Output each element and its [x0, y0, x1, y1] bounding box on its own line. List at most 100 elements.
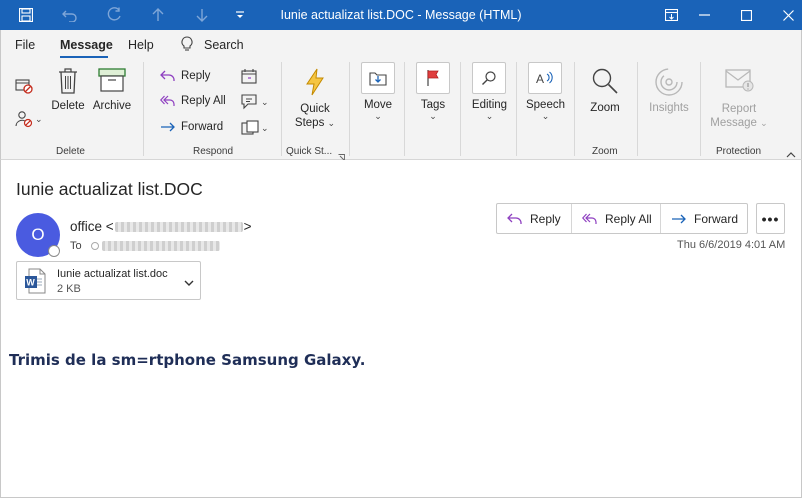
redo-icon[interactable]	[102, 0, 126, 30]
reply-ribbon-button[interactable]: Reply	[160, 70, 210, 82]
forward-ribbon-label: Forward	[181, 121, 224, 133]
ribbon-display-options-icon[interactable]	[659, 0, 683, 30]
chevron-down-icon: ⌄	[485, 111, 494, 121]
presence-status-icon	[48, 245, 60, 257]
reply-ribbon-label: Reply	[181, 70, 211, 82]
chevron-down-icon: ⌄	[760, 118, 768, 128]
recipient-row: To	[70, 240, 220, 252]
archive-label: Archive	[92, 100, 132, 112]
move-label: Move	[363, 99, 393, 111]
next-item-icon[interactable]	[190, 0, 214, 30]
ribbon-separator	[574, 62, 575, 156]
reply-icon	[160, 70, 175, 81]
speech-button[interactable]: Speech ⌄	[523, 99, 568, 122]
redacted-recipient	[101, 241, 220, 251]
ribbon-separator	[404, 62, 405, 156]
ignore-icon[interactable]	[15, 78, 33, 99]
editing-search-icon	[472, 62, 506, 94]
menu-message[interactable]: Message	[60, 38, 113, 52]
forward-button[interactable]: Forward	[661, 204, 747, 233]
ribbon-separator	[143, 62, 144, 156]
ribbon-separator	[281, 62, 282, 156]
group-label-delete: Delete	[56, 146, 85, 157]
reply-all-ribbon-button[interactable]: Reply All	[160, 95, 226, 107]
ellipsis-icon: •••	[761, 210, 780, 227]
word-doc-icon: W	[24, 268, 46, 299]
reply-all-button-label: Reply All	[605, 211, 652, 226]
redacted-email	[114, 221, 243, 232]
reply-all-ribbon-label: Reply All	[181, 95, 226, 107]
ribbon: ⌄ Delete Archive Delete Reply Reply All …	[0, 58, 802, 161]
editing-label: Editing	[471, 99, 508, 111]
ribbon-separator	[700, 62, 701, 156]
svg-text:W: W	[26, 278, 35, 288]
move-button[interactable]: Move ⌄	[358, 99, 398, 122]
reading-pane: Iunie actualizat list.DOC O office < > T…	[0, 160, 802, 498]
reply-all-button[interactable]: Reply All	[572, 204, 661, 233]
insights-button[interactable]: Insights	[645, 67, 693, 114]
lightbulb-icon[interactable]	[181, 36, 193, 55]
report-label-1: Report	[721, 103, 757, 115]
message-timestamp: Thu 6/6/2019 4:01 AM	[677, 239, 786, 251]
ribbon-separator	[460, 62, 461, 156]
editing-button[interactable]: Editing ⌄	[467, 99, 512, 122]
move-icon	[361, 62, 395, 94]
menu-search[interactable]: Search	[204, 38, 244, 52]
group-label-zoom: Zoom	[592, 146, 618, 157]
forward-ribbon-button[interactable]: Forward	[160, 121, 223, 133]
avatar-initial: O	[31, 225, 45, 244]
reply-all-icon	[160, 95, 175, 106]
junk-icon[interactable]: ⌄	[15, 110, 43, 128]
more-respond-icon[interactable]: ⌄	[241, 120, 269, 136]
flag-icon	[416, 62, 450, 94]
chevron-down-icon: ⌄	[541, 111, 550, 121]
group-label-protection: Protection	[716, 146, 762, 157]
previous-item-icon[interactable]	[146, 0, 170, 30]
svg-text:A: A	[536, 72, 544, 86]
forward-button-label: Forward	[694, 211, 739, 226]
delete-button[interactable]: Delete	[51, 67, 85, 112]
chevron-down-icon: ⌄	[429, 111, 437, 121]
attachment-name: Iunie actualizat list.doc	[57, 268, 168, 280]
undo-icon[interactable]	[58, 0, 82, 30]
reply-button-label: Reply	[530, 211, 561, 226]
sender-name: office <	[70, 219, 114, 234]
ribbon-separator	[637, 62, 638, 156]
archive-button[interactable]: Archive	[92, 67, 132, 112]
delete-label: Delete	[51, 100, 85, 112]
chevron-down-icon: ⌄	[327, 118, 336, 128]
save-icon[interactable]	[14, 0, 38, 30]
ribbon-separator	[516, 62, 517, 156]
quick-steps-label-2: Steps	[294, 117, 325, 129]
message-actions: Reply Reply All Forward	[496, 203, 748, 234]
zoom-button[interactable]: Zoom	[585, 67, 625, 114]
tags-button[interactable]: Tags ⌄	[413, 99, 453, 122]
group-label-quick-steps: Quick St...	[286, 146, 333, 157]
sender-close: >	[243, 219, 252, 234]
meeting-reply-icon[interactable]	[241, 68, 259, 89]
report-message-button[interactable]: Report Message ⌄	[707, 67, 771, 130]
maximize-icon[interactable]	[734, 0, 758, 30]
forward-icon	[672, 214, 686, 223]
attachment-size: 2 KB	[57, 283, 81, 295]
customize-toolbar-icon[interactable]	[230, 0, 250, 30]
menu-file[interactable]: File	[15, 38, 35, 52]
quick-steps-label-1: Quick	[300, 103, 330, 115]
chevron-down-icon[interactable]	[184, 274, 194, 292]
close-icon[interactable]	[776, 0, 800, 30]
quick-steps-button[interactable]: Quick Steps ⌄	[294, 68, 336, 130]
trash-icon	[51, 67, 85, 97]
title-bar: Iunie actualizat list.DOC - Message (HTM…	[0, 0, 802, 30]
archive-icon	[92, 67, 132, 97]
sender[interactable]: office < >	[70, 219, 252, 234]
minimize-icon[interactable]	[692, 0, 716, 30]
im-reply-icon[interactable]: ⌄	[241, 94, 269, 110]
menu-help[interactable]: Help	[128, 38, 154, 52]
attachment-card[interactable]: W Iunie actualizat list.doc 2 KB	[16, 261, 201, 300]
more-actions-button[interactable]: •••	[756, 203, 785, 234]
reply-button[interactable]: Reply	[497, 204, 572, 233]
to-label: To	[70, 240, 82, 252]
group-label-respond: Respond	[193, 146, 234, 157]
insights-icon	[645, 67, 693, 97]
recipient[interactable]	[90, 241, 220, 251]
